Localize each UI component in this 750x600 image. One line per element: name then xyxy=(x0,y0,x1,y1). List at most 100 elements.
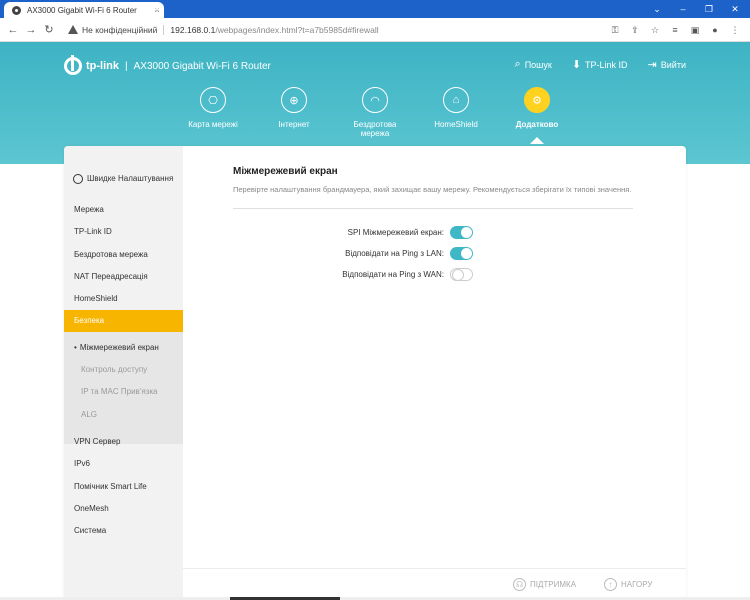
sidebar-item-system[interactable]: Система xyxy=(64,525,183,537)
logout-link[interactable]: ⇥ Вийти xyxy=(648,58,686,71)
back-button[interactable]: ← xyxy=(4,24,22,36)
nav-wireless[interactable]: ◠ Бездротова мережа xyxy=(335,87,415,138)
reload-button[interactable]: ↻ xyxy=(40,23,58,36)
cloud-user-icon: ⬇ xyxy=(571,59,582,71)
spi-firewall-toggle[interactable] xyxy=(450,226,473,239)
sidebar-item-nat[interactable]: NAT Переадресація xyxy=(64,271,183,283)
active-nav-pointer xyxy=(530,137,544,144)
nav-label: Бездротова мережа xyxy=(353,120,397,138)
setting-ping-lan: Відповідати на Ping з LAN: xyxy=(233,247,473,261)
nav-label: Карта мережі xyxy=(188,120,238,129)
network-map-icon: ⎔ xyxy=(200,87,226,113)
new-tab-button[interactable]: + xyxy=(150,2,164,16)
brand-name: tp-link xyxy=(86,60,119,72)
nav-network-map[interactable]: ⎔ Карта мережі xyxy=(173,87,253,129)
security-submenu: Міжмережевий екран Контроль доступу IP т… xyxy=(64,332,183,444)
setting-ping-wan: Відповідати на Ping з WAN: xyxy=(233,268,473,282)
not-secure-icon[interactable] xyxy=(68,25,78,35)
quick-setup-gear-icon xyxy=(73,174,83,184)
browser-tab[interactable]: AX3000 Gigabit Wi-Fi 6 Router × xyxy=(4,2,164,18)
brand-divider: | xyxy=(125,60,128,72)
maximize-button[interactable]: ❐ xyxy=(698,0,720,18)
headset-icon: ☊ xyxy=(513,578,526,591)
reading-list-icon[interactable]: ≡ xyxy=(668,21,682,39)
toolbar-icons: ⚿ ⇪ ☆ ≡ ▣ ● ⋮ xyxy=(608,21,742,39)
globe-icon: ⊕ xyxy=(281,87,307,113)
sidebar-item-quick-setup[interactable]: Швидке Налаштування xyxy=(64,173,183,185)
header-links: ⌕ Пошук ⬇ TP-Link ID ⇥ Вийти xyxy=(515,58,686,71)
setting-label: SPI Міжмережевий екран: xyxy=(347,228,444,237)
key-icon[interactable]: ⚿ xyxy=(608,21,622,39)
sidebar-item-network[interactable]: Мережа xyxy=(64,204,183,216)
address-bar[interactable]: Не конфіденційний 192.168.0.1/webpages/i… xyxy=(64,21,664,39)
site-favicon-icon xyxy=(12,5,21,15)
nav-label: Інтернет xyxy=(278,120,310,129)
arrow-up-icon: ↑ xyxy=(604,578,617,591)
homeshield-icon: ⌂ xyxy=(443,87,469,113)
page-description: Перевірте налаштування брандмауера, який… xyxy=(233,185,632,194)
tp-link-id-label: TP-Link ID xyxy=(585,59,628,70)
tp-link-logo-icon xyxy=(64,55,82,75)
browser-menu-icon[interactable]: ⋮ xyxy=(728,21,742,39)
wifi-icon: ◠ xyxy=(362,87,388,113)
content-card: Швидке Налаштування Мережа TP-Link ID Бе… xyxy=(64,146,686,600)
sidebar: Швидке Налаштування Мережа TP-Link ID Бе… xyxy=(64,146,183,600)
share-icon[interactable]: ⇪ xyxy=(628,21,642,39)
page-title: Міжмережевий екран xyxy=(233,166,338,177)
nav-internet[interactable]: ⊕ Інтернет xyxy=(254,87,334,129)
search-link[interactable]: ⌕ Пошук xyxy=(515,58,552,71)
gear-icon: ⚙ xyxy=(524,87,550,113)
nav-advanced[interactable]: ⚙ Додатково xyxy=(497,87,577,129)
sidebar-item-label: Швидке Налаштування xyxy=(87,174,174,183)
back-to-top-label: НАГОРУ xyxy=(621,580,653,589)
submenu-item-access-control[interactable]: Контроль доступу xyxy=(64,365,183,374)
minimize-button[interactable]: – xyxy=(672,0,694,18)
bookmark-star-icon[interactable]: ☆ xyxy=(648,21,662,39)
nav-label: HomeShield xyxy=(434,120,478,129)
close-window-button[interactable]: ✕ xyxy=(724,0,746,18)
setting-label: Відповідати на Ping з WAN: xyxy=(342,270,444,279)
profile-icon[interactable]: ● xyxy=(708,21,722,39)
submenu-item-alg[interactable]: ALG xyxy=(64,410,183,419)
url-host: 192.168.0.1 xyxy=(170,25,216,35)
submenu-item-firewall[interactable]: Міжмережевий екран xyxy=(64,343,183,352)
sidebar-item-security[interactable]: Безпека xyxy=(64,310,183,332)
back-to-top-link[interactable]: ↑ НАГОРУ xyxy=(604,578,652,591)
search-icon: ⌕ xyxy=(514,58,521,70)
logout-icon: ⇥ xyxy=(647,59,657,71)
ping-lan-toggle[interactable] xyxy=(450,247,473,260)
browser-tabstrip: AX3000 Gigabit Wi-Fi 6 Router × + ⌄ – ❐ … xyxy=(0,0,750,18)
logout-label: Вийти xyxy=(660,59,686,70)
nav-label: Додатково xyxy=(515,120,559,129)
nav-homeshield[interactable]: ⌂ HomeShield xyxy=(416,87,496,129)
main-nav: ⎔ Карта мережі ⊕ Інтернет ◠ Бездротова м… xyxy=(0,87,750,147)
search-link-label: Пошук xyxy=(524,59,552,70)
setting-spi-firewall: SPI Міжмережевий екран: xyxy=(233,226,473,240)
tp-link-logo[interactable]: tp-link | AX3000 Gigabit Wi-Fi 6 Router xyxy=(64,55,271,75)
address-separator xyxy=(163,25,165,35)
tab-title: AX3000 Gigabit Wi-Fi 6 Router xyxy=(27,5,137,15)
page-footer: ☊ ПІДТРИМКА ↑ НАГОРУ xyxy=(183,568,686,600)
split-view-icon[interactable]: ▣ xyxy=(688,21,702,39)
browser-toolbar: ← → ↻ Не конфіденційний 192.168.0.1/webp… xyxy=(0,18,750,42)
router-model: AX3000 Gigabit Wi-Fi 6 Router xyxy=(133,60,271,72)
support-label: ПІДТРИМКА xyxy=(530,580,577,589)
security-label[interactable]: Не конфіденційний xyxy=(82,25,157,35)
setting-label: Відповідати на Ping з LAN: xyxy=(345,249,444,258)
support-link[interactable]: ☊ ПІДТРИМКА xyxy=(513,578,576,591)
sidebar-item-tp-link-id[interactable]: TP-Link ID xyxy=(64,226,183,238)
sidebar-item-vpn-server[interactable]: VPN Сервер xyxy=(64,436,183,448)
submenu-item-ip-mac-binding[interactable]: IP та MAC Прив'язка xyxy=(64,387,183,396)
sidebar-item-ipv6[interactable]: IPv6 xyxy=(64,458,183,470)
sidebar-item-onemesh[interactable]: OneMesh xyxy=(64,503,183,515)
section-divider xyxy=(233,208,633,209)
tab-search-icon[interactable]: ⌄ xyxy=(646,0,668,18)
url-text[interactable]: 192.168.0.1/webpages/index.html?t=a7b598… xyxy=(170,25,378,35)
tp-link-id-link[interactable]: ⬇ TP-Link ID xyxy=(572,58,628,71)
ping-wan-toggle[interactable] xyxy=(450,268,473,281)
url-path: /webpages/index.html?t=a7b5985d#firewall xyxy=(215,25,379,35)
sidebar-item-homeshield[interactable]: HomeShield xyxy=(64,293,183,305)
sidebar-item-smart-life[interactable]: Помічник Smart Life xyxy=(64,481,183,493)
sidebar-item-wireless[interactable]: Бездротова мережа xyxy=(64,249,183,261)
forward-button[interactable]: → xyxy=(22,24,40,36)
